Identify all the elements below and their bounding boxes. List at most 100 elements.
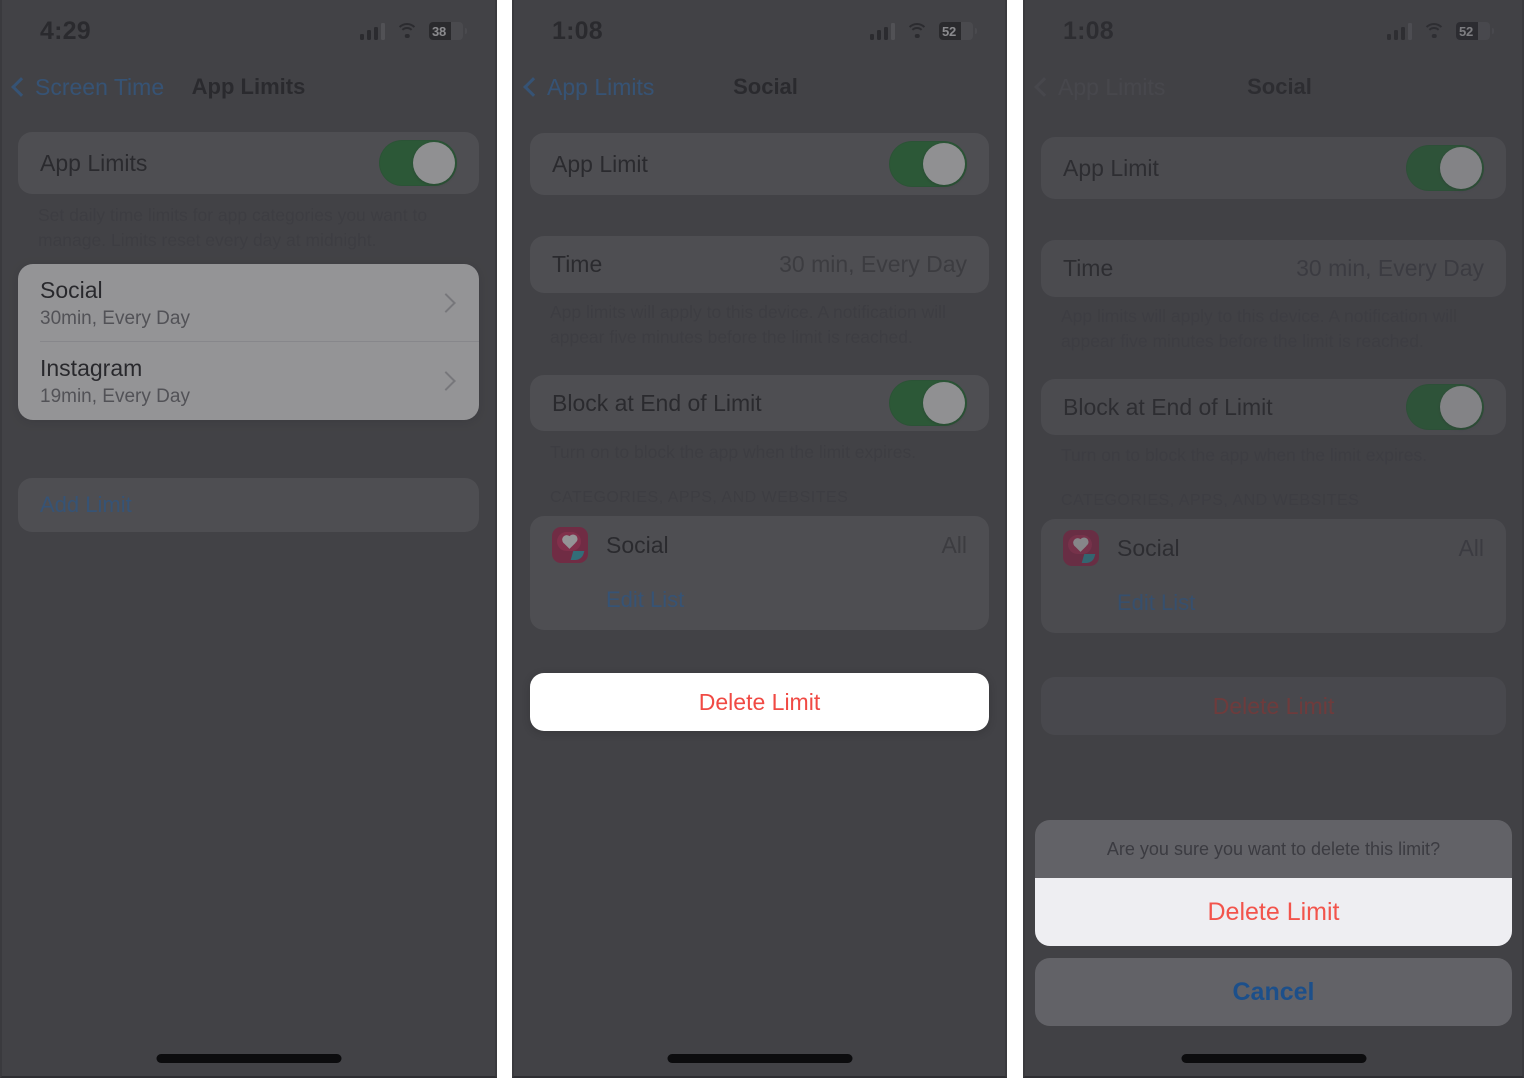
status-bar: 1:08 52 (1023, 0, 1524, 62)
app-limit-toggle[interactable] (889, 141, 967, 187)
add-limit-group: Add Limit (18, 478, 479, 532)
status-indicators: 52 (1386, 22, 1494, 40)
block-limit-row[interactable]: Block at End of Limit (1041, 379, 1506, 435)
edit-list-row[interactable]: Edit List (530, 574, 989, 626)
social-category-icon (1063, 530, 1099, 566)
delete-limit-button[interactable]: Delete Limit (1041, 677, 1506, 735)
time-value: 30 min, Every Day (1296, 255, 1484, 281)
limits-highlight-card: Social 30min, Every Day Instagram 19min,… (18, 264, 479, 420)
cellular-signal-icon (1386, 22, 1412, 40)
battery-level: 52 (942, 23, 957, 39)
app-limit-toggle[interactable] (1406, 145, 1484, 191)
home-indicator[interactable] (156, 1054, 341, 1063)
phone-panel-social-limit: 1:08 52 App Limits Social App Limit Time… (512, 0, 1007, 1078)
block-limit-toggle[interactable] (889, 380, 967, 426)
edit-list-label: Edit List (1117, 590, 1196, 615)
block-limit-label: Block at End of Limit (552, 389, 762, 416)
app-limit-row[interactable]: App Limit (1041, 137, 1506, 199)
phone-panel-delete-confirm: 1:08 52 App Limits Social App Limit Time… (1023, 0, 1524, 1078)
page-title: App Limits (191, 74, 306, 99)
cellular-signal-icon (359, 22, 385, 40)
time-label: Time (552, 251, 603, 277)
delete-limit-button[interactable]: Delete Limit (530, 673, 989, 731)
app-limits-footnote: Set daily time limits for app categories… (38, 205, 428, 250)
status-time: 1:08 (1063, 16, 1114, 45)
status-time: 4:29 (40, 16, 91, 45)
screenshot-stage: 4:29 38 Screen Time App Limits App Limit… (0, 0, 1524, 1078)
add-limit-label: Add Limit (40, 492, 132, 517)
time-group: Time 30 min, Every Day (530, 236, 989, 293)
page-title: Social (733, 74, 798, 99)
wifi-icon (1422, 23, 1446, 39)
status-bar: 1:08 52 (512, 0, 1007, 62)
limit-title: Social (40, 276, 103, 303)
social-category-icon (552, 527, 588, 563)
delete-limit-label: Delete Limit (698, 688, 821, 715)
category-value: All (941, 531, 967, 558)
list-item[interactable]: Social 30min, Every Day (18, 264, 479, 342)
panel-2-content: 1:08 52 App Limits Social App Limit Time… (512, 0, 1007, 1078)
limit-title: Instagram (40, 354, 143, 381)
page-title: Social (1247, 74, 1312, 99)
delete-limit-label: Delete Limit (1212, 692, 1335, 719)
block-limit-group: Block at End of Limit (530, 375, 989, 431)
edit-list-row[interactable]: Edit List (1041, 577, 1506, 629)
chevron-right-icon (436, 371, 456, 391)
app-limits-row[interactable]: App Limits (18, 132, 479, 194)
battery-level: 38 (432, 23, 447, 39)
app-limits-label: App Limits (40, 149, 148, 176)
app-limit-label: App Limit (552, 150, 648, 177)
app-limit-row[interactable]: App Limit (530, 133, 989, 195)
action-sheet-delete-button[interactable]: Delete Limit (1035, 878, 1512, 946)
block-limit-row[interactable]: Block at End of Limit (530, 375, 989, 431)
action-sheet-cancel-button[interactable]: Cancel (1035, 958, 1512, 1026)
status-indicators: 38 (359, 22, 467, 40)
block-limit-label: Block at End of Limit (1063, 393, 1273, 420)
battery-level: 52 (1459, 23, 1474, 39)
wifi-icon (905, 23, 929, 39)
block-limit-group: Block at End of Limit (1041, 379, 1506, 435)
home-indicator[interactable] (1181, 1054, 1366, 1063)
add-limit-row[interactable]: Add Limit (18, 478, 479, 532)
category-row[interactable]: Social All (530, 516, 989, 574)
wifi-icon (395, 23, 419, 39)
cellular-signal-icon (869, 22, 895, 40)
battery-icon: 52 (939, 22, 977, 40)
delete-confirmation-action-sheet: Are you sure you want to delete this lim… (1035, 820, 1512, 1026)
status-indicators: 52 (869, 22, 977, 40)
time-row[interactable]: Time 30 min, Every Day (1041, 240, 1506, 297)
block-footnote: Turn on to block the app when the limit … (550, 442, 917, 462)
category-row[interactable]: Social All (1041, 519, 1506, 577)
chevron-right-icon (436, 293, 456, 313)
time-label: Time (1063, 255, 1114, 281)
section-header: CATEGORIES, APPS, AND WEBSITES (1061, 492, 1360, 509)
category-value: All (1458, 534, 1484, 561)
time-value: 30 min, Every Day (779, 251, 967, 277)
phone-panel-app-limits: 4:29 38 Screen Time App Limits App Limit… (0, 0, 497, 1078)
time-footnote: App limits will apply to this device. A … (1061, 306, 1457, 351)
categories-group: Social All Edit List (1041, 519, 1506, 633)
block-footnote: Turn on to block the app when the limit … (1061, 445, 1428, 465)
panel-1-content: 4:29 38 Screen Time App Limits App Limit… (0, 0, 497, 1078)
list-item[interactable]: Instagram 19min, Every Day (18, 342, 479, 420)
app-limit-toggle-group: App Limit (1041, 137, 1506, 199)
status-bar: 4:29 38 (0, 0, 497, 62)
navigation-bar: App Limits Social (1023, 62, 1524, 112)
category-name: Social (606, 531, 669, 558)
navigation-bar: Screen Time App Limits (0, 62, 497, 112)
action-sheet-delete-label: Delete Limit (1207, 897, 1340, 926)
status-time: 1:08 (552, 16, 603, 45)
home-indicator[interactable] (667, 1054, 852, 1063)
app-limit-toggle-group: App Limit (530, 133, 989, 195)
limit-subtitle: 30min, Every Day (40, 307, 190, 329)
battery-icon: 52 (1456, 22, 1494, 40)
block-limit-toggle[interactable] (1406, 384, 1484, 430)
app-limits-toggle-group: App Limits (18, 132, 479, 194)
time-row[interactable]: Time 30 min, Every Day (530, 236, 989, 293)
edit-list-label: Edit List (606, 587, 685, 612)
navigation-bar: App Limits Social (512, 62, 1007, 112)
action-sheet-cancel-label: Cancel (1232, 977, 1315, 1006)
categories-group: Social All Edit List (530, 516, 989, 630)
limit-subtitle: 19min, Every Day (40, 385, 190, 407)
app-limits-toggle[interactable] (379, 140, 457, 186)
